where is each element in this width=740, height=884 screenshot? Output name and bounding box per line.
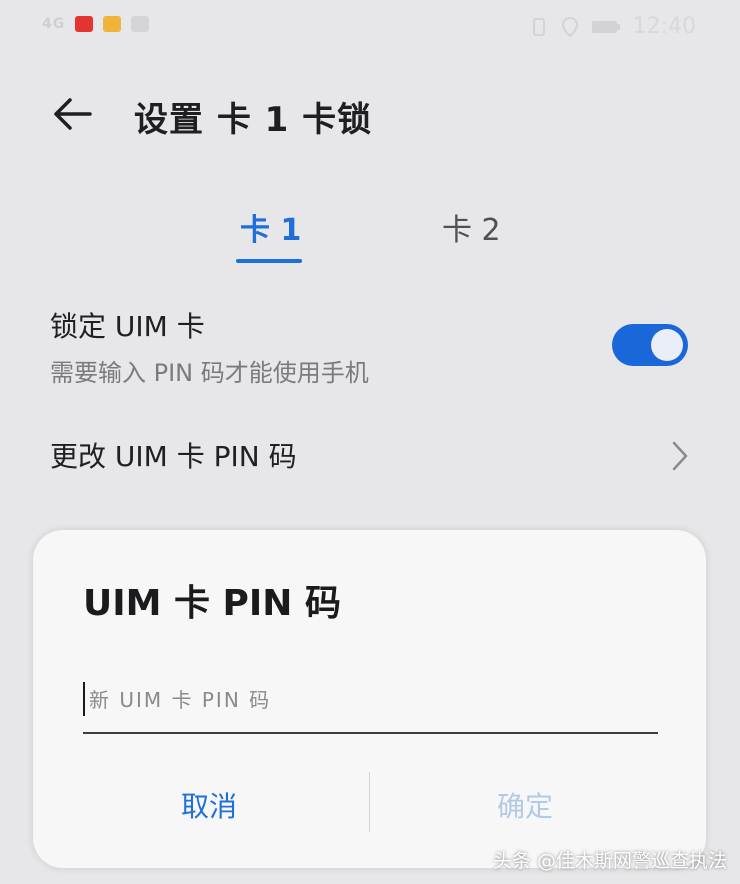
status-time: 12:40 <box>632 14 696 39</box>
back-arrow-icon[interactable] <box>52 94 92 134</box>
sim-tabs: 卡 1 卡 2 <box>0 205 740 265</box>
lock-uim-row[interactable]: 锁定 UIM 卡 需要输入 PIN 码才能使用手机 <box>50 305 700 400</box>
tab-indicator <box>236 259 302 263</box>
change-pin-row[interactable]: 更改 UIM 卡 PIN 码 <box>50 435 700 485</box>
status-left: 4G <box>42 16 150 32</box>
message-icon <box>131 16 150 32</box>
dialog-title: UIM 卡 PIN 码 <box>83 583 341 624</box>
cancel-button[interactable]: 取消 <box>181 785 237 825</box>
app-bar: 设置 卡 1 卡锁 <box>0 84 740 154</box>
lock-uim-toggle[interactable] <box>612 324 688 366</box>
page-title: 设置 卡 1 卡锁 <box>134 100 373 140</box>
chevron-right-icon <box>672 441 688 471</box>
signal-icon: 4G <box>42 16 66 32</box>
change-pin-title: 更改 UIM 卡 PIN 码 <box>50 440 297 473</box>
pin-dialog: UIM 卡 PIN 码 取消 确定 <box>33 530 706 868</box>
vibrate-icon <box>532 17 545 36</box>
battery-icon <box>591 20 620 33</box>
new-pin-field[interactable] <box>83 670 658 734</box>
status-bar: 4G 12:40 <box>0 0 740 52</box>
new-pin-input[interactable] <box>83 670 658 730</box>
confirm-button[interactable]: 确定 <box>497 785 553 825</box>
notification-icon <box>75 16 94 32</box>
toggle-knob <box>651 329 683 361</box>
lock-uim-subtitle: 需要输入 PIN 码才能使用手机 <box>50 359 369 387</box>
watermark-text: 头条 @佳木斯网警巡查执法 <box>493 850 728 872</box>
app-notification-icon <box>103 16 122 32</box>
tab-card-1[interactable]: 卡 1 <box>240 205 301 249</box>
location-icon <box>561 16 578 37</box>
status-right: 12:40 <box>529 14 696 39</box>
button-divider <box>369 772 370 832</box>
tab-card-2[interactable]: 卡 2 <box>442 205 501 249</box>
lock-uim-title: 锁定 UIM 卡 <box>50 310 205 343</box>
